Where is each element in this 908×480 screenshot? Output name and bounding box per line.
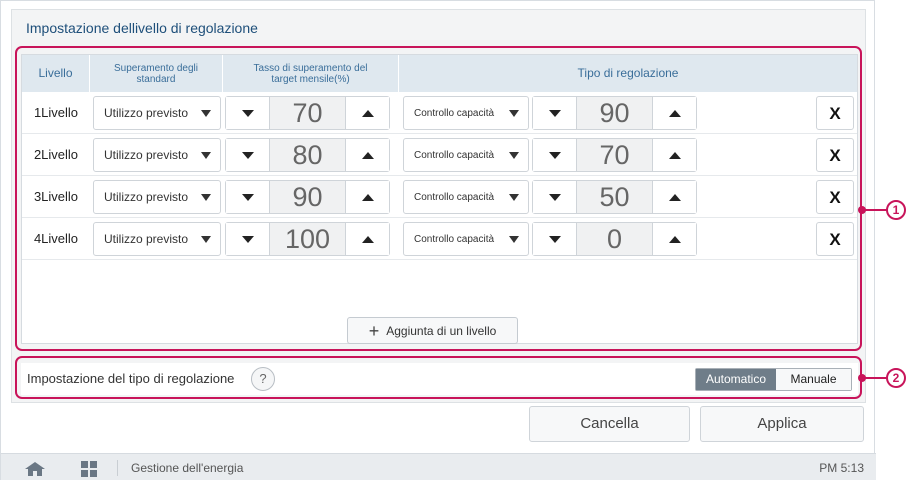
callout-line-1 xyxy=(862,209,887,211)
clock: PM 5:13 xyxy=(819,461,864,475)
app-name: Gestione dell'energia xyxy=(131,461,244,475)
callout-number-2: 2 xyxy=(886,368,906,388)
callout-number-1: 1 xyxy=(886,200,906,220)
apply-button[interactable]: Applica xyxy=(700,406,864,442)
cancel-button[interactable]: Cancella xyxy=(529,406,690,442)
grid-icon[interactable] xyxy=(81,461,97,480)
callout-highlight-1 xyxy=(15,46,862,351)
home-icon[interactable] xyxy=(25,462,45,480)
divider xyxy=(117,460,118,476)
title-bar: Impostazione dellivello di regolazione xyxy=(11,9,866,43)
callout-highlight-2 xyxy=(15,356,862,399)
callout-line-2 xyxy=(862,377,887,379)
bottom-bar: Gestione dell'energia PM 5:13 xyxy=(1,453,876,480)
page-title: Impostazione dellivello di regolazione xyxy=(26,20,258,36)
